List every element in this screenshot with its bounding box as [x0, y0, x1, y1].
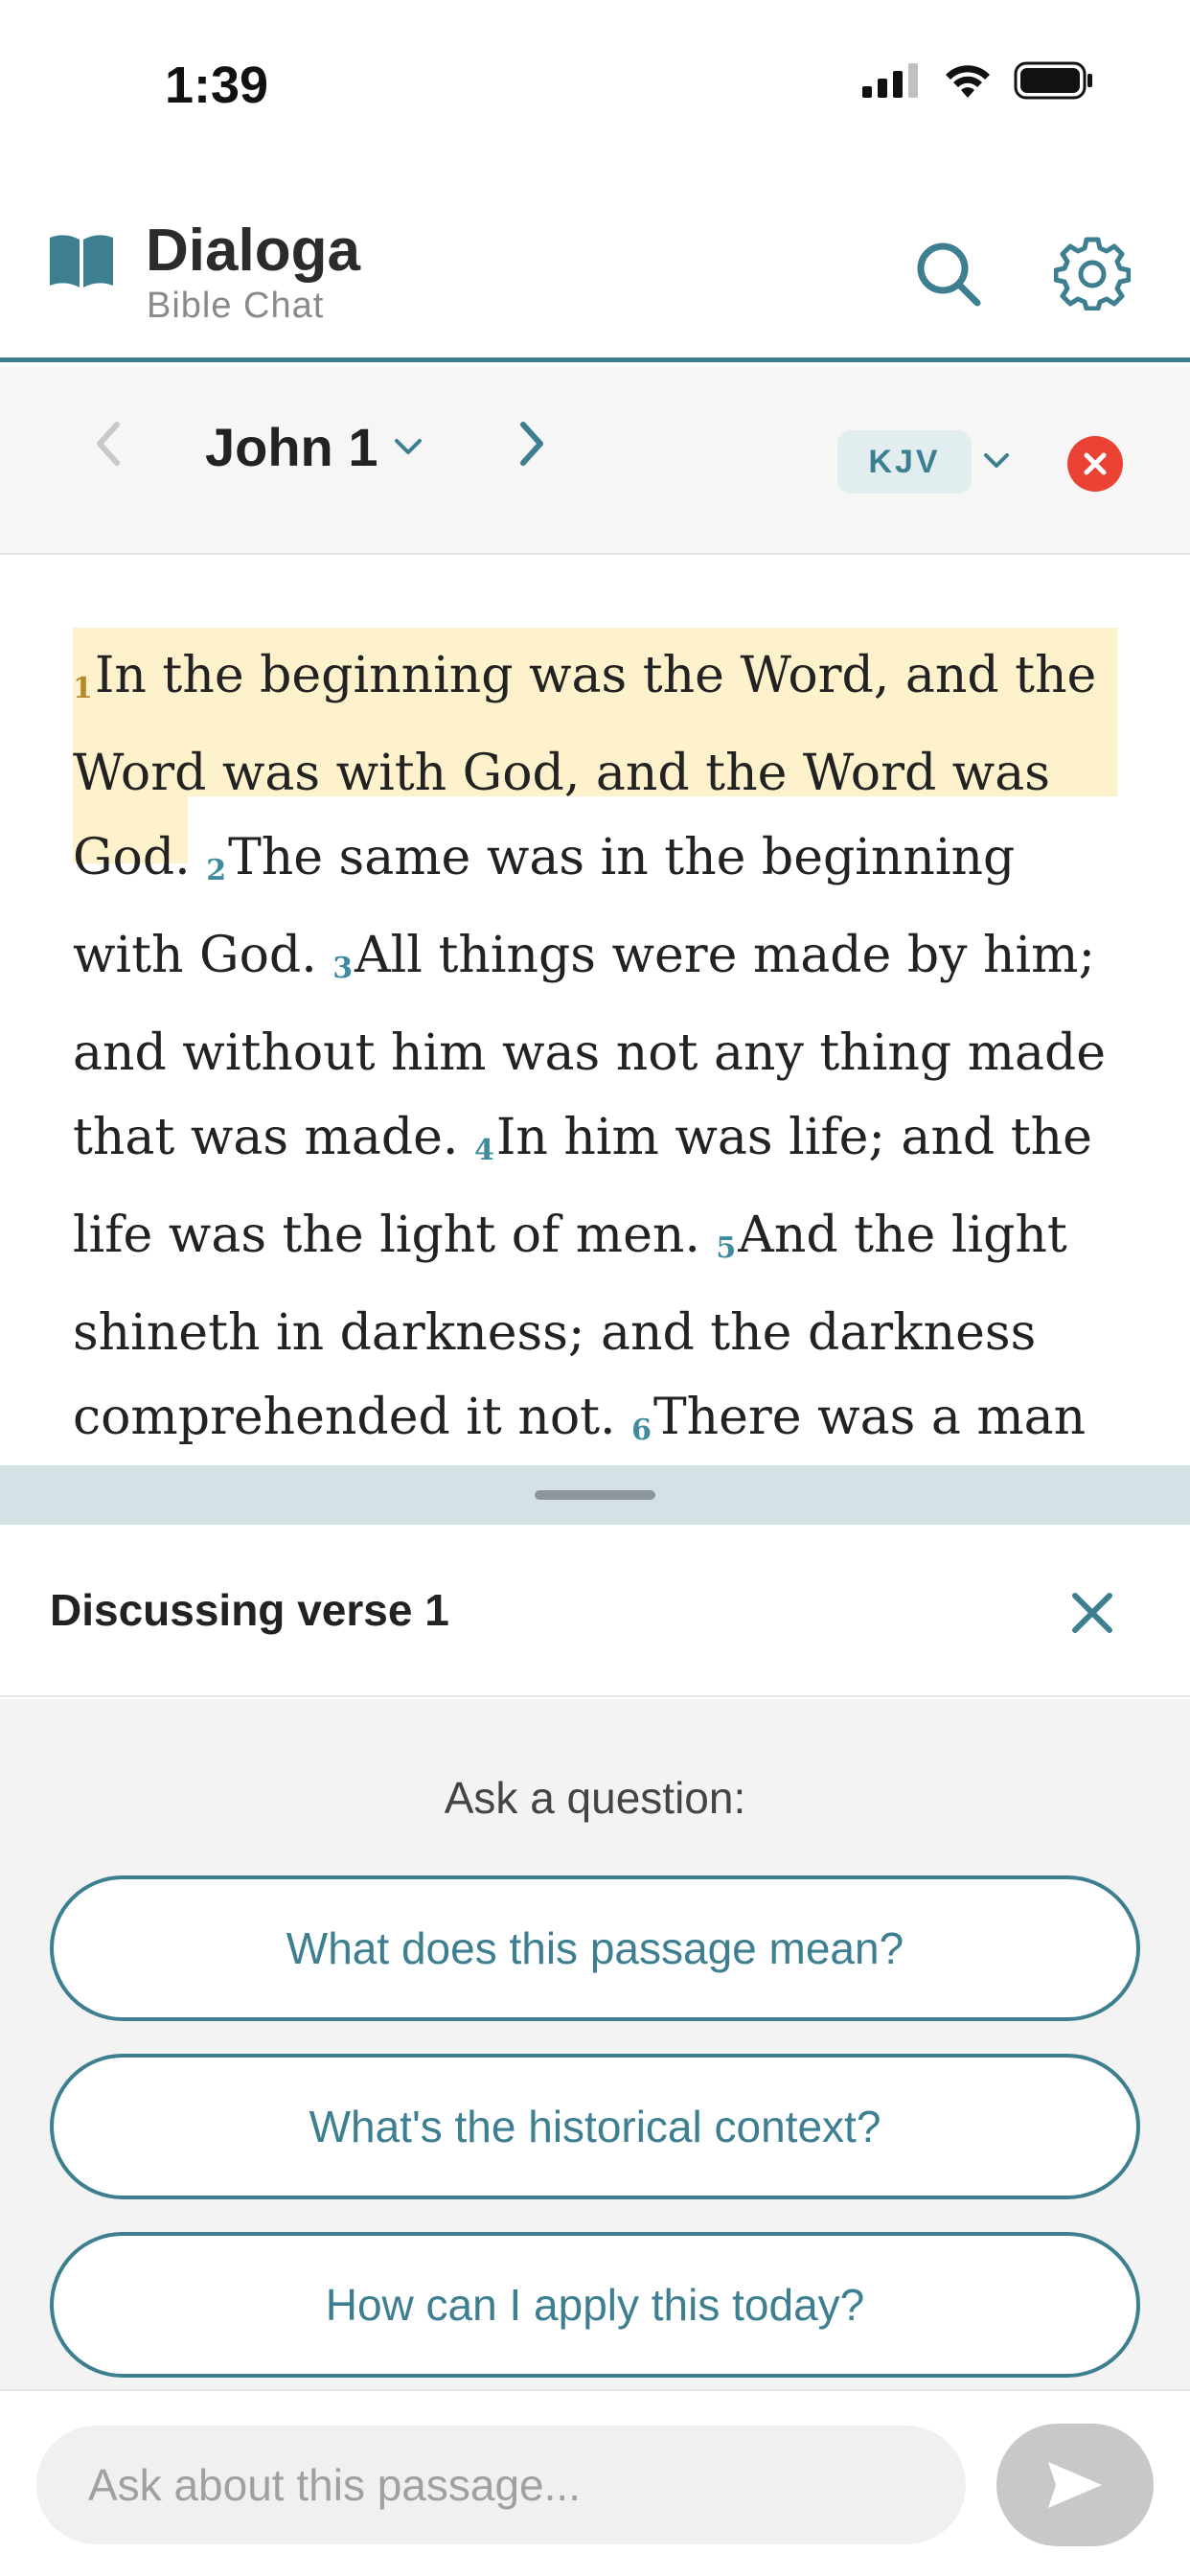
- send-icon: [1048, 2462, 1102, 2508]
- previous-chapter-button[interactable]: [80, 415, 138, 472]
- drag-handle[interactable]: [535, 1490, 655, 1500]
- verse-number: 6: [631, 1414, 652, 1447]
- settings-button[interactable]: [1053, 234, 1132, 311]
- scripture-text: 1In the beginning was the Word, and the …: [73, 633, 1136, 1465]
- chat-input[interactable]: [36, 2426, 966, 2544]
- app-subtitle: Bible Chat: [147, 286, 325, 326]
- ask-question-label: Ask a question:: [444, 1773, 746, 1823]
- battery-icon: [1014, 61, 1092, 100]
- verse-number: 1: [73, 672, 93, 705]
- app-header: Dialoga Bible Chat: [0, 174, 1190, 362]
- status-icons: [862, 61, 1094, 100]
- chat-input-bar: [0, 2389, 1190, 2576]
- signal-icon: [862, 63, 918, 98]
- verse-number: 2: [206, 854, 227, 887]
- discussion-header: Discussing verse 1: [0, 1525, 1190, 1697]
- search-button[interactable]: [910, 236, 987, 312]
- chapter-selector[interactable]: John 1: [205, 413, 425, 480]
- chapter-nav-bar: John 1 KJV: [0, 367, 1190, 555]
- send-button[interactable]: [996, 2424, 1154, 2546]
- chevron-right-icon: [520, 422, 543, 466]
- open-book-icon: [50, 235, 113, 288]
- close-circle-icon: [1084, 452, 1107, 475]
- close-icon: [1072, 1593, 1112, 1633]
- chevron-left-icon: [97, 422, 120, 466]
- suggestions-panel: Ask a question: What does this passage m…: [0, 1699, 1190, 2389]
- suggestion-button[interactable]: How can I apply this today?: [50, 2232, 1140, 2378]
- suggestion-button[interactable]: What's the historical context?: [50, 2054, 1140, 2199]
- discussion-title: Discussing verse 1: [50, 1585, 449, 1635]
- search-icon: [917, 242, 981, 307]
- verse-number: 4: [473, 1134, 494, 1167]
- gear-icon: [1053, 237, 1132, 311]
- version-chevron-down-icon[interactable]: [979, 444, 1014, 478]
- verse-number: 3: [332, 952, 354, 985]
- scripture-passage: 1In the beginning was the Word, and the …: [0, 557, 1190, 1465]
- suggestion-button[interactable]: What does this passage mean?: [50, 1875, 1140, 2021]
- app-title: Dialoga: [146, 218, 360, 284]
- chapter-label: John 1: [205, 416, 378, 477]
- panel-resize-bar[interactable]: [0, 1465, 1190, 1525]
- chevron-down-icon: [395, 439, 423, 454]
- version-selector[interactable]: KJV: [837, 430, 972, 494]
- status-time: 1:39: [165, 57, 269, 114]
- next-chapter-button[interactable]: [502, 415, 560, 472]
- verse-number: 5: [716, 1231, 737, 1265]
- close-reader-button[interactable]: [1067, 436, 1123, 492]
- close-discussion-button[interactable]: [1065, 1586, 1119, 1640]
- wifi-icon: [946, 65, 990, 98]
- status-bar: 1:39: [0, 0, 1190, 172]
